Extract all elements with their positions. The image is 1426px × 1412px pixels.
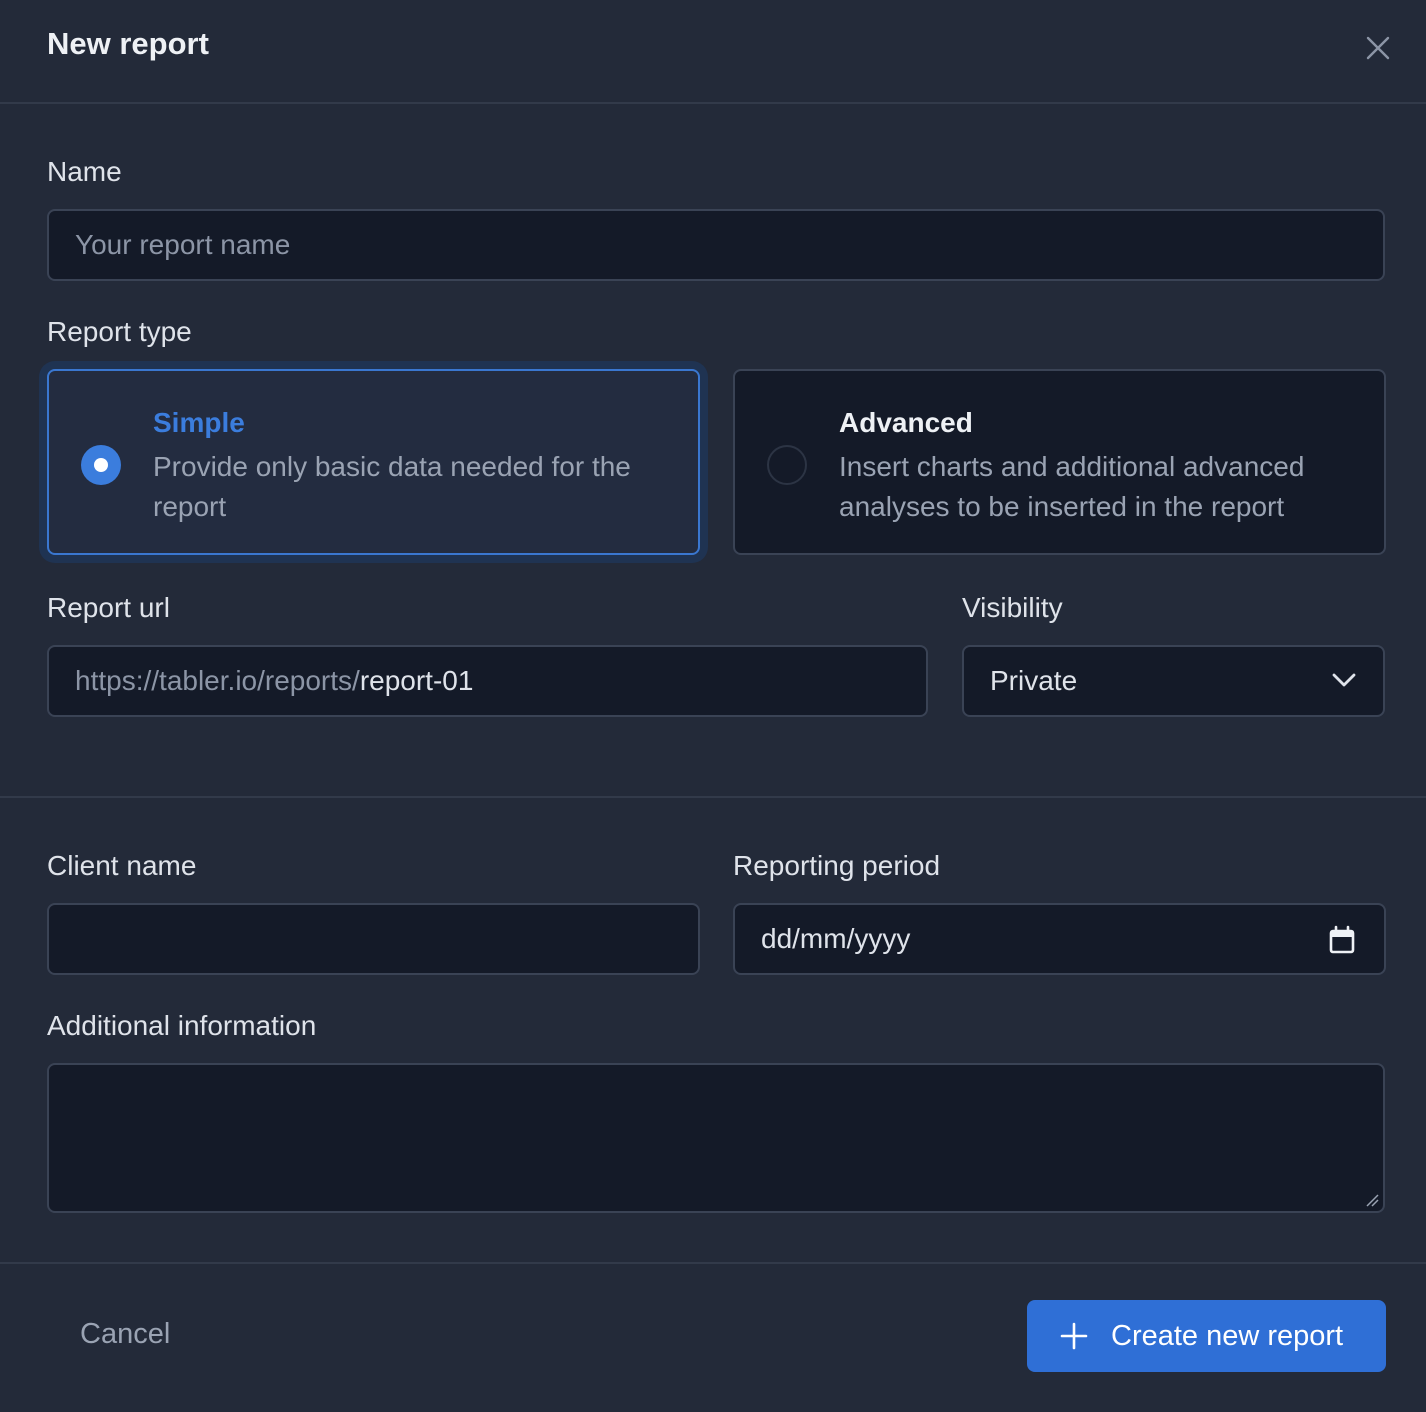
- simple-option-description: Provide only basic data needed for the r…: [153, 451, 631, 522]
- advanced-option-description: Insert charts and additional advanced an…: [839, 451, 1305, 522]
- reporting-period-label: Reporting period: [733, 850, 941, 881]
- footer-divider: [0, 1262, 1426, 1264]
- section-divider: [0, 796, 1426, 798]
- cancel-button[interactable]: Cancel: [80, 1318, 170, 1351]
- report-url-label: Report url: [47, 592, 170, 623]
- resize-handle-icon[interactable]: [1365, 1193, 1379, 1207]
- visibility-select[interactable]: Private: [962, 645, 1385, 717]
- create-report-label: Create new report: [1111, 1319, 1344, 1352]
- simple-option-title: Simple: [153, 407, 245, 438]
- chevron-down-icon: [1332, 673, 1356, 687]
- close-button[interactable]: [1362, 32, 1394, 64]
- plus-icon: [1060, 1322, 1088, 1350]
- create-report-button[interactable]: Create new report: [1027, 1300, 1386, 1372]
- name-label: Name: [47, 156, 122, 187]
- report-type-advanced-option[interactable]: Advanced Insert charts and additional ad…: [733, 369, 1386, 555]
- additional-info-label: Additional information: [47, 1010, 317, 1041]
- visibility-label: Visibility: [962, 592, 1063, 623]
- visibility-selected-value: Private: [990, 665, 1078, 696]
- report-type-simple-option[interactable]: Simple Provide only basic data needed fo…: [47, 369, 700, 555]
- report-type-label: Report type: [47, 316, 192, 347]
- calendar-icon[interactable]: [1328, 925, 1356, 955]
- client-name-label: Client name: [47, 850, 197, 881]
- advanced-option-title: Advanced: [839, 407, 973, 438]
- new-report-modal: New report Name Your report name Report …: [0, 0, 1426, 1412]
- reporting-period-date-input[interactable]: dd/mm/yyyy: [733, 903, 1386, 975]
- reporting-period-placeholder: dd/mm/yyyy: [761, 923, 911, 954]
- report-url-input[interactable]: https://tabler.io/reports/report-01: [47, 645, 928, 717]
- report-url-prefix: https://tabler.io/reports/: [75, 665, 360, 696]
- report-url-value: report-01: [359, 665, 474, 696]
- modal-title: New report: [47, 26, 209, 61]
- modal-header: New report: [0, 0, 1426, 104]
- client-name-input[interactable]: [47, 903, 700, 975]
- simple-radio[interactable]: [81, 445, 121, 485]
- name-input[interactable]: Your report name: [47, 209, 1385, 281]
- name-placeholder: Your report name: [75, 229, 291, 260]
- additional-info-textarea[interactable]: [47, 1063, 1385, 1213]
- advanced-radio[interactable]: [767, 445, 807, 485]
- close-icon: [1366, 36, 1390, 60]
